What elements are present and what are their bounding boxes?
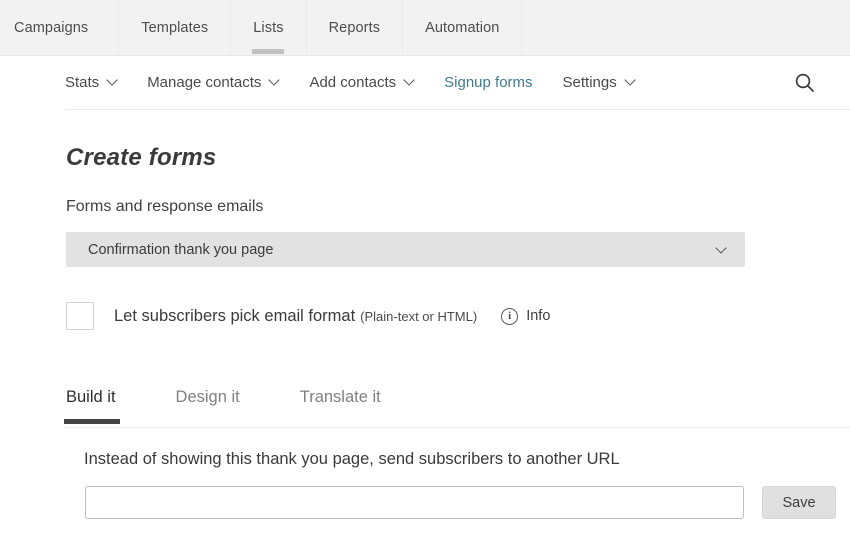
tab-build-it[interactable]: Build it bbox=[64, 384, 120, 424]
subnav-label: Add contacts bbox=[309, 74, 397, 91]
tab-translate-it[interactable]: Translate it bbox=[298, 384, 383, 423]
topnav-label: Reports bbox=[328, 19, 381, 36]
tab-label: Design it bbox=[175, 388, 240, 406]
subnav-item-settings[interactable]: Settings bbox=[563, 74, 635, 91]
subnav-label: Settings bbox=[562, 74, 617, 91]
email-format-sub-label: (Plain-text or HTML) bbox=[360, 308, 478, 324]
topnav-item-lists[interactable]: Lists bbox=[231, 0, 307, 55]
topnav-label: Lists bbox=[253, 19, 284, 36]
form-editor-tabs: Build it Design it Translate it bbox=[64, 384, 850, 428]
subnav-item-add-contacts[interactable]: Add contacts bbox=[309, 74, 414, 91]
topnav-item-campaigns[interactable]: Campaigns bbox=[0, 0, 120, 55]
search-icon[interactable] bbox=[792, 71, 816, 95]
redirect-url-label: Instead of showing this thank you page, … bbox=[84, 450, 620, 468]
email-format-row: Let subscribers pick email format (Plain-… bbox=[66, 302, 550, 330]
form-type-select[interactable]: Confirmation thank you page bbox=[66, 232, 745, 267]
redirect-url-row: Save bbox=[85, 486, 836, 519]
topnav-label: Automation bbox=[425, 19, 500, 36]
chevron-down-icon bbox=[270, 76, 279, 85]
email-format-checkbox[interactable] bbox=[66, 302, 94, 330]
subnav-item-stats[interactable]: Stats bbox=[65, 74, 117, 91]
redirect-url-input[interactable] bbox=[85, 486, 744, 519]
main-content: Create forms Forms and response emails C… bbox=[0, 110, 850, 538]
tab-design-it[interactable]: Design it bbox=[174, 384, 242, 423]
subnav-item-signup-forms[interactable]: Signup forms bbox=[444, 74, 532, 91]
chevron-down-icon bbox=[717, 245, 727, 255]
subnav-item-manage-contacts[interactable]: Manage contacts bbox=[147, 74, 279, 91]
topnav-label: Templates bbox=[141, 19, 209, 36]
info-tooltip-trigger[interactable]: i Info bbox=[501, 307, 551, 325]
info-icon: i bbox=[501, 307, 519, 325]
chevron-down-icon bbox=[108, 76, 117, 85]
topnav-item-reports[interactable]: Reports bbox=[307, 0, 404, 55]
topnav-item-automation[interactable]: Automation bbox=[403, 0, 523, 55]
subnav-label: Stats bbox=[65, 74, 100, 91]
tab-label: Translate it bbox=[299, 388, 381, 406]
chevron-down-icon bbox=[405, 76, 414, 85]
topnav-item-templates[interactable]: Templates bbox=[119, 0, 232, 55]
save-button[interactable]: Save bbox=[762, 486, 836, 519]
info-label: Info bbox=[526, 308, 551, 324]
email-format-label[interactable]: Let subscribers pick email format (Plain-… bbox=[114, 307, 477, 326]
subnav-label: Signup forms bbox=[444, 74, 533, 91]
topnav-filler bbox=[522, 0, 850, 55]
secondary-navigation-bar: Stats Manage contacts Add contacts Signu… bbox=[0, 56, 850, 110]
topnav-label: Campaigns bbox=[14, 19, 89, 36]
subnav-label: Manage contacts bbox=[147, 74, 262, 91]
form-type-select-value: Confirmation thank you page bbox=[88, 241, 274, 258]
tab-label: Build it bbox=[66, 388, 116, 406]
section-label-forms-and-response-emails: Forms and response emails bbox=[66, 198, 264, 215]
primary-navigation-bar: Campaigns Templates Lists Reports Automa… bbox=[0, 0, 850, 56]
chevron-down-icon bbox=[626, 76, 635, 85]
email-format-label-text: Let subscribers pick email format bbox=[114, 306, 356, 325]
page-title: Create forms bbox=[66, 144, 217, 171]
